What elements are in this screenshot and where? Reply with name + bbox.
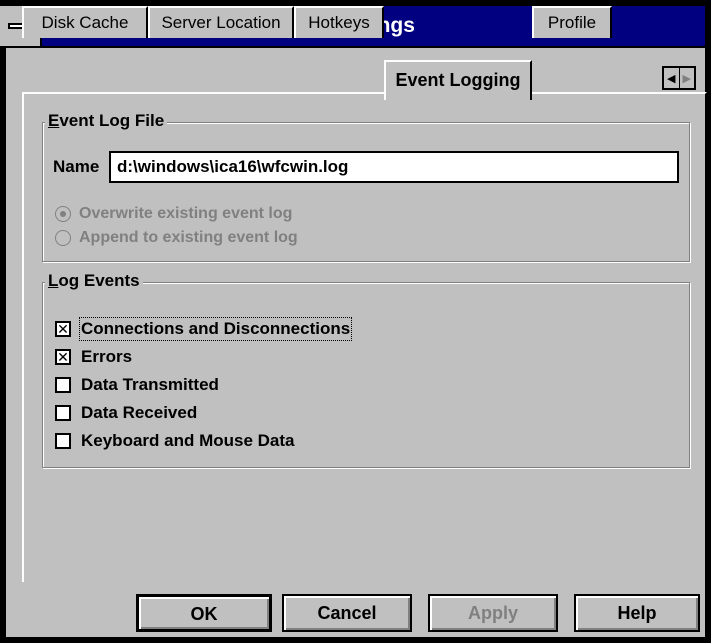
data-transmitted-checkbox-option[interactable]: Data Transmitted — [55, 375, 219, 395]
data-received-checkbox[interactable] — [55, 405, 71, 421]
keyboard-mouse-checkbox-option[interactable]: Keyboard and Mouse Data — [55, 431, 295, 451]
name-label: Name — [53, 157, 100, 176]
help-button[interactable]: Help — [574, 594, 700, 632]
scroll-left-icon[interactable]: ◀ — [664, 68, 680, 88]
overwrite-radio-option[interactable]: Overwrite existing event log — [55, 205, 292, 223]
event-log-file-group: Event Log File Name Overwrite existing e… — [42, 111, 690, 262]
log-events-legend: Log Events — [45, 271, 143, 291]
data-transmitted-label: Data Transmitted — [81, 375, 219, 394]
keyboard-mouse-label: Keyboard and Mouse Data — [81, 431, 295, 450]
errors-checkbox[interactable]: ✕ — [55, 349, 71, 365]
log-file-name-input[interactable] — [109, 151, 679, 183]
data-transmitted-checkbox[interactable] — [55, 377, 71, 393]
errors-checkbox-option[interactable]: ✕ Errors — [55, 347, 132, 367]
scroll-right-icon[interactable]: ▶ — [680, 68, 695, 88]
tab-scroll-control[interactable]: ◀ ▶ — [662, 66, 696, 90]
keyboard-mouse-checkbox[interactable] — [55, 433, 71, 449]
tab-disk-cache[interactable]: Disk Cache — [22, 6, 148, 38]
data-received-label: Data Received — [81, 403, 198, 422]
log-events-group: Log Events ✕ Connections and Disconnecti… — [42, 271, 690, 468]
apply-button[interactable]: Apply — [428, 594, 558, 632]
append-label: Append to existing event log — [79, 229, 298, 246]
overwrite-label: Overwrite existing event log — [79, 205, 293, 222]
tab-page-event-logging: Event Log File Name Overwrite existing e… — [22, 92, 707, 582]
connections-label: Connections and Disconnections — [78, 317, 353, 341]
connections-checkbox[interactable]: ✕ — [55, 321, 71, 337]
append-radio-option[interactable]: Append to existing event log — [55, 229, 298, 247]
tab-server-location[interactable]: Server Location — [148, 6, 294, 38]
append-radio-icon — [55, 230, 71, 246]
connections-checkbox-option[interactable]: ✕ Connections and Disconnections — [55, 317, 353, 341]
tab-event-logging[interactable]: Event Logging — [384, 60, 532, 100]
tab-hotkeys[interactable]: Hotkeys — [294, 6, 384, 38]
event-log-file-legend: Event Log File — [45, 111, 168, 131]
overwrite-radio-icon — [55, 206, 71, 222]
data-received-checkbox-option[interactable]: Data Received — [55, 403, 197, 423]
cancel-button[interactable]: Cancel — [282, 594, 412, 632]
ok-button[interactable]: OK — [136, 594, 272, 632]
errors-label: Errors — [81, 347, 133, 366]
tab-profile[interactable]: Profile — [532, 6, 612, 38]
